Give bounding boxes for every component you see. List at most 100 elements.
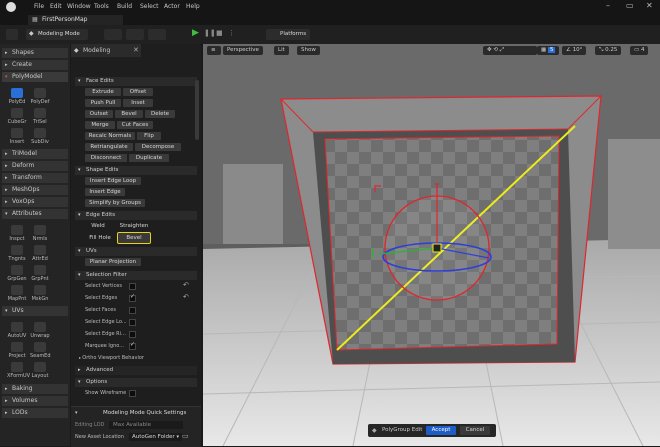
- bevel-button[interactable]: Bevel: [115, 110, 143, 118]
- fill-hole-button[interactable]: Fill Hole: [85, 234, 115, 242]
- section-edge-edits[interactable]: ▾ Edge Edits: [75, 211, 197, 220]
- tool-seamed[interactable]: SeamEd: [30, 342, 51, 359]
- stop-icon[interactable]: ■: [216, 29, 223, 37]
- section-options[interactable]: ▾ Options: [75, 378, 197, 387]
- pause-icon[interactable]: ❚❚: [204, 29, 216, 37]
- play-options-icon[interactable]: ⋮: [228, 29, 235, 37]
- tool-subdiv[interactable]: SubDiv: [30, 128, 50, 145]
- unreal-logo-icon[interactable]: [6, 2, 16, 12]
- planar-projection-button[interactable]: Planar Projection: [85, 258, 141, 266]
- accept-button[interactable]: Accept: [426, 426, 456, 435]
- tab-firstpersonmap[interactable]: ▦ FirstPersonMap: [28, 15, 123, 25]
- tool-autouv[interactable]: AutoUV: [7, 322, 27, 339]
- category-lods[interactable]: ▸ LODs: [2, 408, 68, 418]
- tool-unwrap[interactable]: Unwrap: [30, 322, 50, 339]
- tool-mskgn[interactable]: MskGn: [30, 285, 50, 302]
- cinematics-button[interactable]: [148, 29, 166, 40]
- platforms-button[interactable]: Platforms: [266, 29, 310, 40]
- disconnect-button[interactable]: Disconnect: [85, 154, 127, 162]
- push-pull-button[interactable]: Push Pull: [85, 99, 121, 107]
- menu-help[interactable]: Help: [186, 3, 200, 10]
- show-button[interactable]: Show: [297, 46, 320, 55]
- tool-trisel[interactable]: TriSel: [30, 108, 50, 125]
- close-tab-icon[interactable]: ✕: [133, 46, 139, 54]
- camera-speed-button[interactable]: ▭ 4: [630, 46, 649, 55]
- tool-project[interactable]: Project: [7, 342, 27, 359]
- category-shapes[interactable]: ▸ Shapes: [2, 48, 68, 58]
- tool-grppnt[interactable]: GrpPnt: [30, 265, 50, 282]
- play-icon[interactable]: ▶: [192, 28, 199, 38]
- tool-insert[interactable]: Insert: [7, 128, 27, 145]
- recalc-normals-button[interactable]: Recalc Normals: [85, 132, 135, 140]
- collapse-icon[interactable]: ▾: [75, 410, 78, 416]
- category-uvs[interactable]: ▾ UVs: [2, 306, 68, 316]
- section-uvs[interactable]: ▾ UVs: [75, 247, 197, 256]
- menu-file[interactable]: File: [34, 3, 44, 10]
- edge-bevel-button[interactable]: Bevel: [117, 232, 151, 244]
- select-edge-rings-checkbox[interactable]: [129, 331, 136, 338]
- cancel-button[interactable]: Cancel: [460, 426, 490, 435]
- category-polymodel[interactable]: ▾ PolyModel: [2, 72, 68, 82]
- insert-edge-loop-button[interactable]: Insert Edge Loop: [85, 177, 141, 185]
- marquee-ignore-checkbox[interactable]: [129, 341, 136, 350]
- category-create[interactable]: ▸ Create: [2, 60, 68, 70]
- weld-button[interactable]: Weld: [85, 222, 111, 230]
- offset-button[interactable]: Offset: [123, 88, 153, 96]
- category-deform[interactable]: ▸ Deform: [2, 161, 68, 171]
- category-attributes[interactable]: ▾ Attributes: [2, 209, 68, 219]
- add-content-button[interactable]: [104, 29, 122, 40]
- new-asset-location-dropdown[interactable]: AutoGen Folder ▾: [129, 433, 182, 441]
- merge-button[interactable]: Merge: [85, 121, 115, 129]
- tool-cubegr[interactable]: CubeGr: [7, 108, 27, 125]
- modeling-tab[interactable]: ◆ Modeling: [71, 44, 141, 57]
- save-icon[interactable]: [6, 29, 18, 40]
- reset-icon[interactable]: ↶: [183, 281, 189, 289]
- viewport[interactable]: ≡ Perspective Lit Show ✥ ⟲ ⤢ ▦ 5 ∠ 10° ⤡…: [203, 44, 660, 446]
- menu-actor[interactable]: Actor: [164, 3, 180, 10]
- menu-build[interactable]: Build: [117, 3, 132, 10]
- lit-button[interactable]: Lit: [274, 46, 289, 55]
- retriangulate-button[interactable]: Retriangulate: [85, 143, 133, 151]
- tool-attred[interactable]: AttrEd: [30, 245, 50, 262]
- close-icon[interactable]: ✕: [646, 1, 653, 10]
- cut-faces-button[interactable]: Cut Faces: [117, 121, 153, 129]
- folder-icon[interactable]: ▭: [182, 432, 189, 440]
- minimize-icon[interactable]: –: [606, 1, 610, 10]
- viewport-options-icon[interactable]: ≡: [207, 46, 221, 55]
- straighten-button[interactable]: Straighten: [115, 222, 153, 230]
- category-volumes[interactable]: ▸ Volumes: [2, 396, 68, 406]
- outset-button[interactable]: Outset: [85, 110, 113, 118]
- tool-tngnts[interactable]: Tngnts: [7, 245, 27, 262]
- insert-edge-button[interactable]: Insert Edge: [85, 188, 125, 196]
- flip-button[interactable]: Flip: [137, 132, 161, 140]
- menu-window[interactable]: Window: [67, 3, 91, 10]
- menu-select[interactable]: Select: [140, 3, 159, 10]
- category-trimodel[interactable]: ▸ TriModel: [2, 149, 68, 159]
- transform-tools[interactable]: ✥ ⟲ ⤢: [483, 46, 537, 55]
- section-advanced[interactable]: ▸ Advanced: [75, 366, 197, 375]
- blueprint-button[interactable]: [126, 29, 144, 40]
- menu-edit[interactable]: Edit: [50, 3, 62, 10]
- section-face-edits[interactable]: ▾ Face Edits: [75, 77, 197, 86]
- tool-nrmls[interactable]: Nrmls: [30, 225, 50, 242]
- simplify-by-groups-button[interactable]: Simplify by Groups: [85, 199, 145, 207]
- category-meshops[interactable]: ▸ MeshOps: [2, 185, 68, 195]
- section-selection-filter[interactable]: ▾ Selection Filter: [75, 271, 197, 280]
- editing-lod-dropdown[interactable]: Max Available: [109, 421, 183, 429]
- select-vertices-checkbox[interactable]: [129, 283, 136, 290]
- category-voxops[interactable]: ▸ VoxOps: [2, 197, 68, 207]
- delete-button[interactable]: Delete: [145, 110, 175, 118]
- section-shape-edits[interactable]: ▾ Shape Edits: [75, 166, 197, 175]
- tool-grpgen[interactable]: GrpGen: [7, 265, 27, 282]
- perspective-button[interactable]: Perspective: [223, 46, 263, 55]
- tool-polyed[interactable]: PolyEd: [7, 88, 27, 105]
- tool-inspct[interactable]: Inspct: [7, 225, 27, 242]
- select-faces-checkbox[interactable]: [129, 307, 136, 314]
- tool-mappnt[interactable]: MapPnt: [7, 285, 27, 302]
- scale-snap-button[interactable]: ⤡ 0.25: [595, 46, 622, 55]
- rotation-snap-button[interactable]: ∠ 10°: [562, 46, 587, 55]
- tool-layout[interactable]: Layout: [30, 362, 50, 379]
- mode-selector[interactable]: ◆ Modeling Mode: [26, 29, 88, 40]
- select-edges-checkbox[interactable]: [129, 293, 136, 302]
- category-transform[interactable]: ▸ Transform: [2, 173, 68, 183]
